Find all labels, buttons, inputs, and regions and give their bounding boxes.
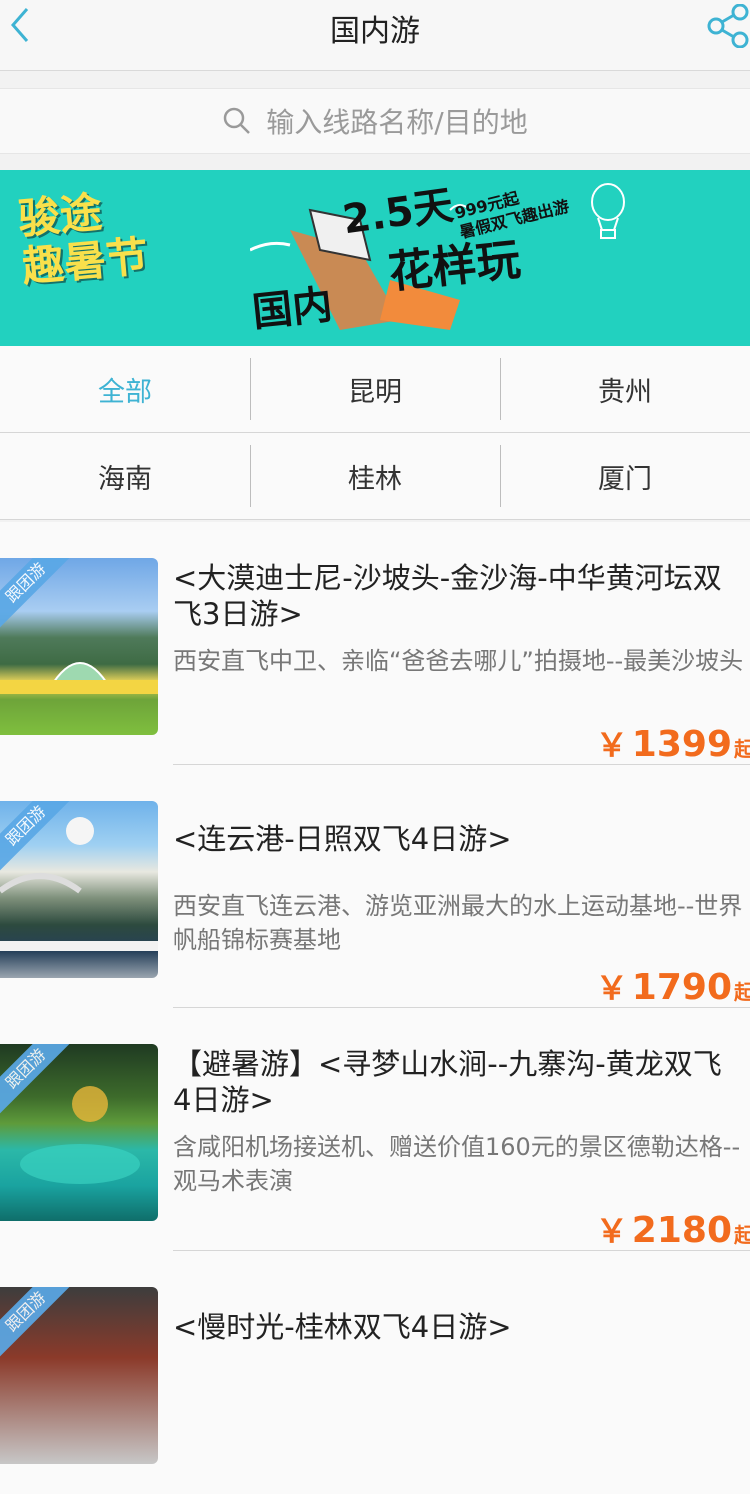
tour-price: ￥ 1399 起	[595, 724, 750, 765]
banner-headline-2: 花样玩	[386, 234, 523, 299]
banner-tag: 国内	[250, 281, 335, 337]
share-icon	[707, 3, 749, 49]
page-title: 国内游	[330, 14, 420, 49]
filter-all[interactable]: 全部	[0, 346, 250, 432]
filter-xiamen[interactable]: 厦门	[500, 433, 750, 519]
search-bar[interactable]: 输入线路名称/目的地	[0, 88, 750, 154]
destination-filters: 全部 昆明 贵州 海南 桂林 厦门	[0, 346, 750, 520]
balloon-icon	[591, 183, 625, 239]
tour-price: ￥ 2180 起	[595, 1210, 750, 1251]
list-item[interactable]: 跟团游 <连云港-日照双飞4日游> 西安直飞连云港、游览亚洲最大的水上运动基地-…	[0, 765, 750, 1008]
nav-bar: 国内游	[0, 0, 750, 71]
share-button[interactable]	[706, 3, 750, 49]
filter-guizhou[interactable]: 贵州	[500, 346, 750, 432]
tour-description: 西安直飞中卫、亲临“爸爸去哪儿”拍摄地--最美沙坡头	[173, 647, 744, 675]
filter-row: 海南 桂林 厦门	[0, 433, 750, 520]
tour-title: <大漠迪士尼-沙坡头-金沙海-中华黄河坛双飞3日游>	[173, 561, 722, 631]
tour-title: 【避暑游】<寻梦山水涧--九寨沟-黄龙双飞4日游>	[173, 1047, 722, 1117]
list-item[interactable]: 跟团游 <大漠迪士尼-沙坡头-金沙海-中华黄河坛双飞3日游> 西安直飞中卫、亲临…	[0, 522, 750, 765]
banner-logo: 骏途 趣暑节	[15, 187, 150, 292]
filter-hainan[interactable]: 海南	[0, 433, 250, 519]
search-icon	[224, 107, 251, 134]
promo-banner[interactable]: 骏途 趣暑节 2.5天 花样玩 国内 999元起 暑假双飞趣出游	[0, 170, 750, 346]
list-item[interactable]: 跟团游 <慢时光-桂林双飞4日游>	[0, 1251, 750, 1494]
tour-thumbnail: 跟团游	[0, 558, 158, 735]
tour-thumbnail: 跟团游	[0, 1287, 158, 1464]
tour-type-badge: 跟团游	[0, 1287, 78, 1364]
filter-row: 全部 昆明 贵州	[0, 346, 750, 433]
tour-title: <连云港-日照双飞4日游>	[173, 822, 512, 856]
tour-thumbnail: 跟团游	[0, 1044, 158, 1221]
filter-guilin[interactable]: 桂林	[250, 433, 500, 519]
tour-thumbnail: 跟团游	[0, 801, 158, 978]
list-item[interactable]: 跟团游 【避暑游】<寻梦山水涧--九寨沟-黄龙双飞4日游> 含咸阳机场接送机、赠…	[0, 1008, 750, 1251]
search-placeholder: 输入线路名称/目的地	[266, 106, 528, 139]
tour-title: <慢时光-桂林双飞4日游>	[173, 1310, 512, 1344]
tour-price: ￥ 1790 起	[595, 967, 750, 1008]
tour-list: 跟团游 <大漠迪士尼-沙坡头-金沙海-中华黄河坛双飞3日游> 西安直飞中卫、亲临…	[0, 522, 750, 1494]
filter-kunming[interactable]: 昆明	[250, 346, 500, 432]
tour-description: 西安直飞连云港、游览亚洲最大的水上运动基地--世界帆船锦标赛基地	[173, 892, 743, 954]
tour-description: 含咸阳机场接送机、赠送价值160元的景区德勒达格--观马术表演	[173, 1133, 741, 1195]
